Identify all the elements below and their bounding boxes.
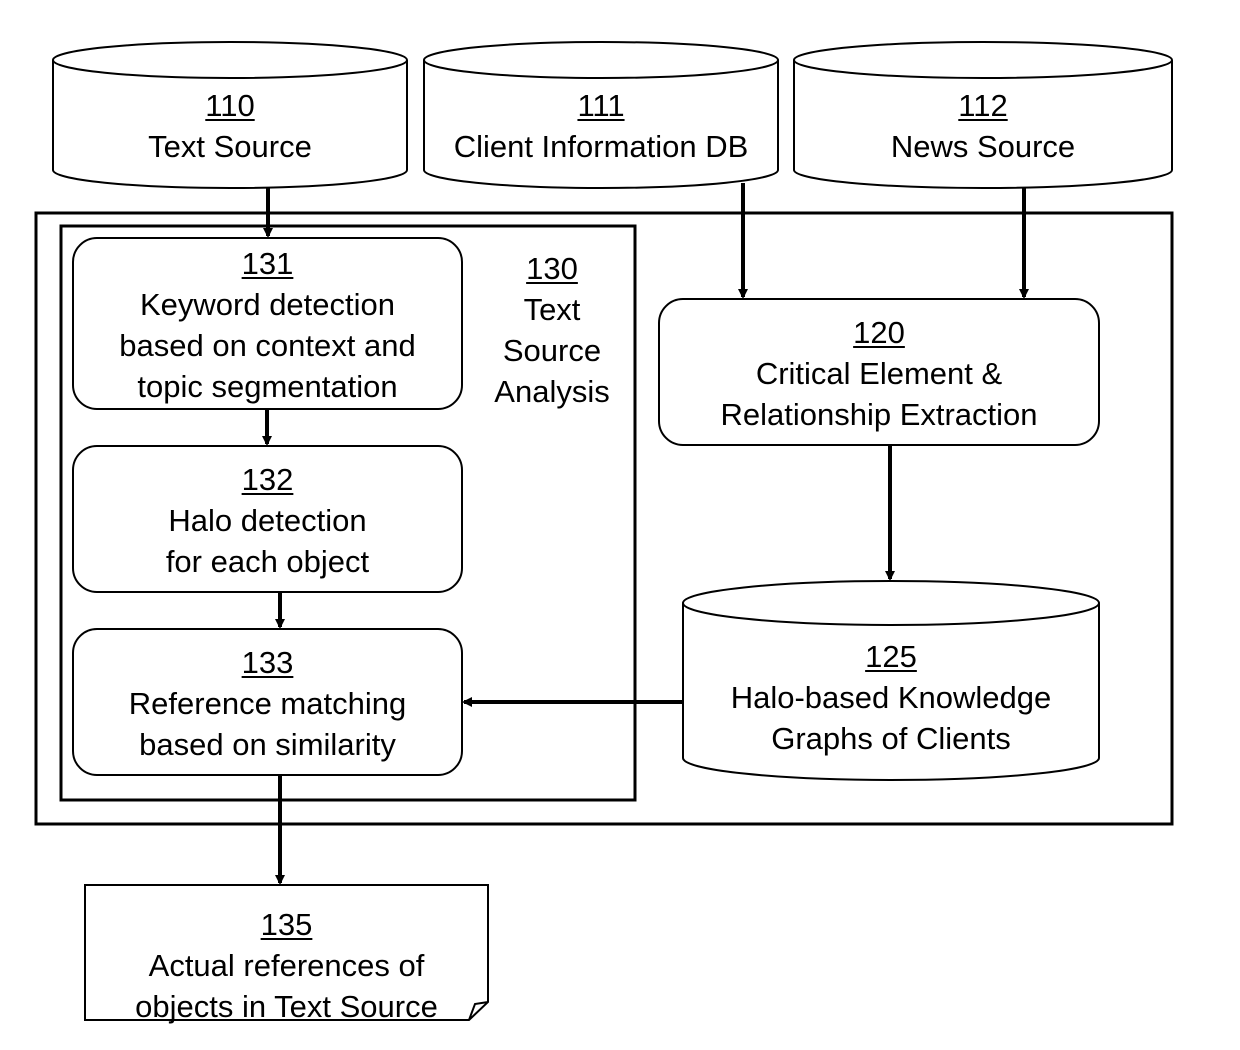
node-125-number: 125 [865, 639, 917, 674]
node-132-text-2: for each object [165, 544, 370, 579]
node-133-text-1: Reference matching [128, 686, 407, 721]
node-131-text-2: based on context and [119, 328, 416, 363]
node-130-number: 130 [526, 251, 578, 286]
node-125-text-1: Halo-based Knowledge [730, 680, 1052, 715]
node-132-text-1: Halo detection [168, 503, 367, 538]
node-112-label: 112 News Source [794, 85, 1172, 167]
node-111-label: 111 Client Information DB [424, 85, 778, 167]
node-125-text-2: Graphs of Clients [771, 721, 1011, 756]
node-133-number: 133 [241, 645, 294, 680]
node-110-label: 110 Text Source [53, 85, 407, 167]
node-130-text-2: Source [502, 333, 602, 368]
node-135-text-1: Actual references of [148, 948, 425, 983]
node-130-label: 130 Text Source Analysis [472, 248, 632, 412]
node-135-label: 135 Actual references of objects in Text… [85, 904, 488, 1027]
node-133-label: 133 Reference matching based on similari… [73, 642, 462, 765]
node-135-number: 135 [260, 907, 313, 942]
node-110-text: Text Source [148, 129, 312, 164]
node-112-number: 112 [958, 88, 1008, 123]
node-111-text: Client Information DB [453, 129, 749, 164]
node-131-text-3: topic segmentation [137, 369, 398, 404]
node-120-number: 120 [853, 315, 905, 350]
node-130-text-3: Analysis [494, 374, 610, 409]
node-110-number: 110 [205, 88, 255, 123]
node-111-number: 111 [577, 88, 625, 123]
node-131-text-1: Keyword detection [139, 287, 396, 322]
node-132-number: 132 [241, 462, 294, 497]
node-112-text: News Source [890, 129, 1076, 164]
node-130-text-1: Text [523, 292, 581, 327]
node-131-number: 131 [241, 246, 294, 281]
node-120-text-1: Critical Element & [755, 356, 1003, 391]
node-131-label: 131 Keyword detection based on context a… [73, 243, 462, 407]
node-120-label: 120 Critical Element & Relationship Extr… [659, 312, 1099, 435]
node-135-text-2: objects in Text Source [135, 989, 438, 1024]
node-120-text-2: Relationship Extraction [720, 397, 1038, 432]
node-133-text-2: based on similarity [139, 727, 396, 762]
node-132-label: 132 Halo detection for each object [73, 459, 462, 582]
node-125-label: 125 Halo-based Knowledge Graphs of Clien… [683, 636, 1099, 759]
